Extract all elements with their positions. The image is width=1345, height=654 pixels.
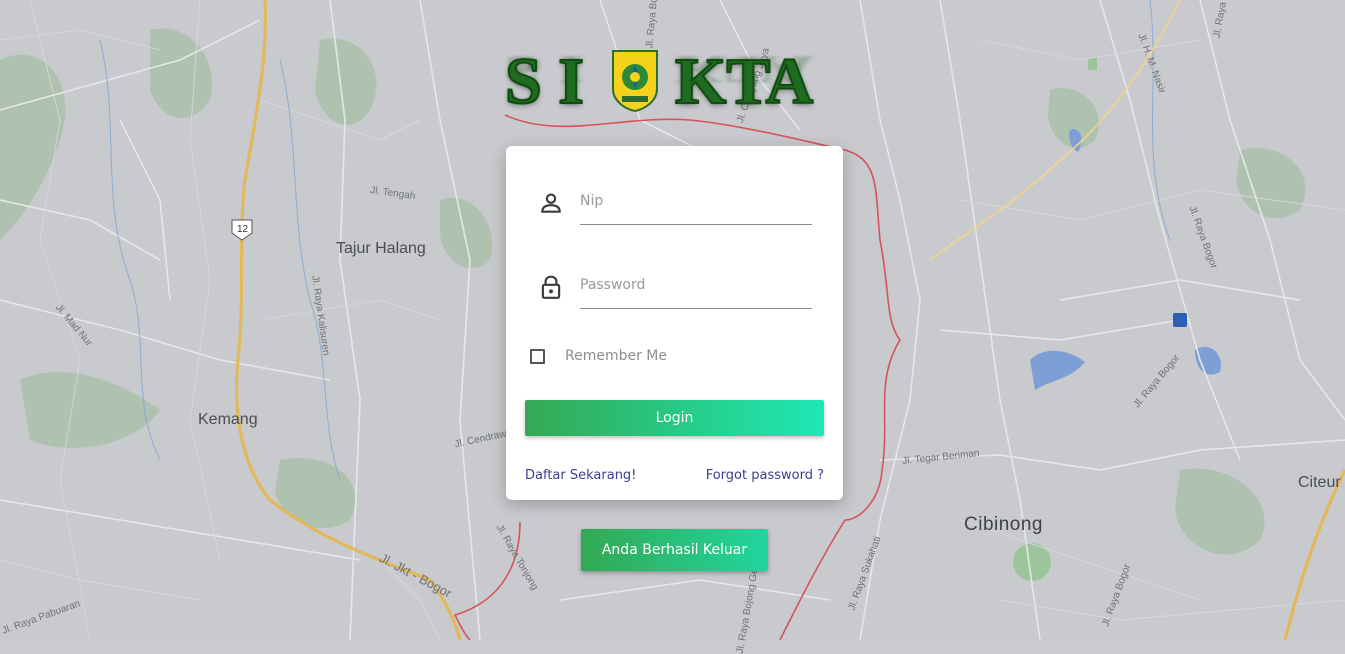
remember-me[interactable]: Remember Me xyxy=(530,348,667,364)
map-label-citeur: Citeur xyxy=(1298,474,1341,491)
train-station-icon xyxy=(1173,313,1187,327)
map-label-tajur-halang: Tajur Halang xyxy=(336,240,426,257)
map-label-kemang: Kemang xyxy=(198,411,258,428)
remember-me-label[interactable]: Remember Me xyxy=(565,348,667,364)
logout-success-toast: Anda Berhasil Keluar xyxy=(581,529,768,571)
nip-input[interactable] xyxy=(580,182,812,225)
password-input[interactable] xyxy=(580,266,812,309)
password-field-row xyxy=(536,266,816,310)
regency-emblem-icon xyxy=(612,50,658,113)
toast-message: Anda Berhasil Keluar xyxy=(601,542,748,558)
lock-icon xyxy=(541,275,561,299)
logo-text-right: KTA xyxy=(674,44,814,119)
forgot-password-link[interactable]: Forgot password ? xyxy=(706,468,824,483)
login-card: Remember Me Login Daftar Sekarang! Forgo… xyxy=(506,146,843,500)
siikta-logo: S I KTA S I KTA xyxy=(504,44,814,119)
highway-badge-label: 12 xyxy=(237,224,249,235)
map-label-cibinong: Cibinong xyxy=(964,514,1043,535)
person-icon xyxy=(541,193,561,213)
nip-field-row xyxy=(536,182,816,226)
logo-text-left: S I xyxy=(504,44,585,119)
login-button[interactable]: Login xyxy=(525,400,824,436)
login-links: Daftar Sekarang! Forgot password ? xyxy=(525,468,824,483)
remember-me-checkbox[interactable] xyxy=(530,348,545,364)
register-link[interactable]: Daftar Sekarang! xyxy=(525,468,636,483)
